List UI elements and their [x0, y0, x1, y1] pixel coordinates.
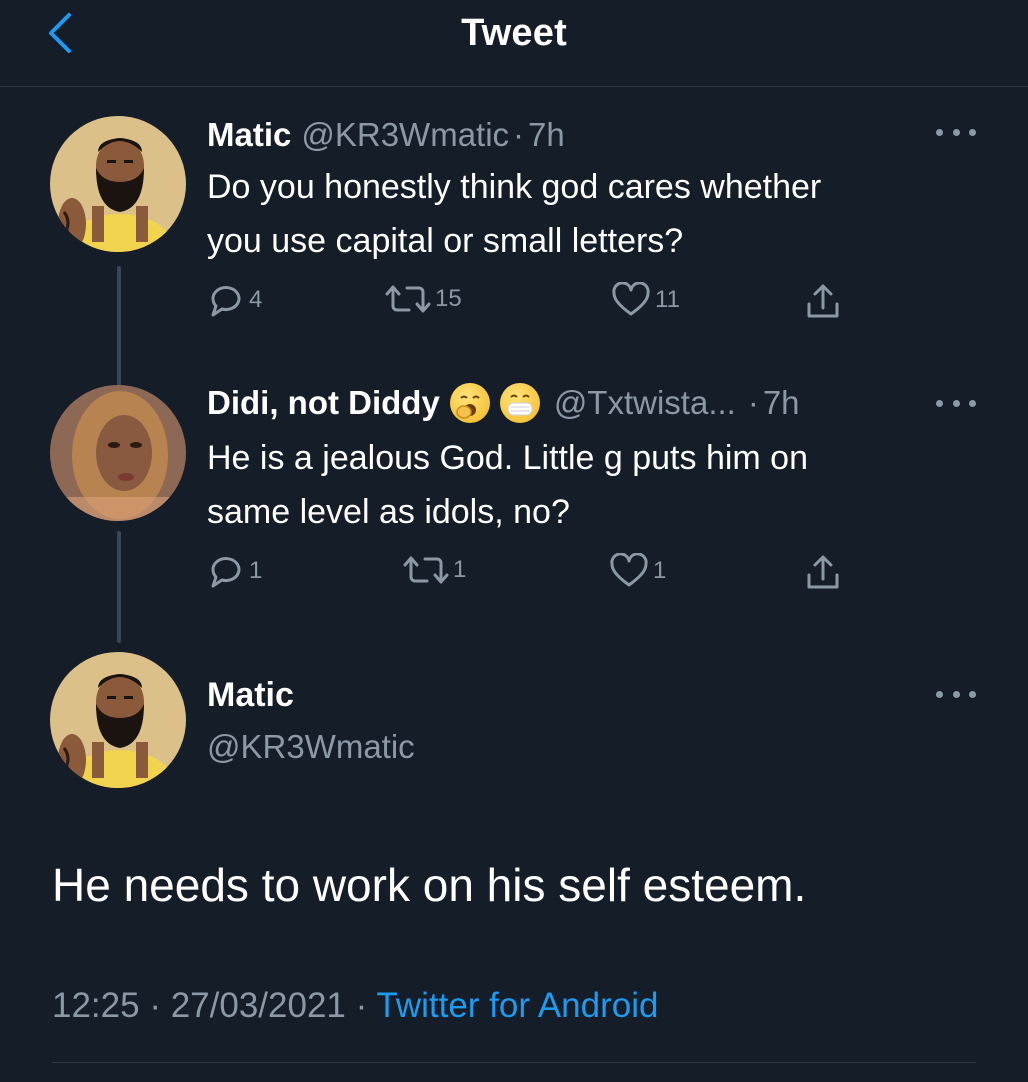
reply-count: 1 — [249, 557, 263, 584]
tweet-timestamp: 12:25 · 27/03/2021 · Twitter for Android — [52, 986, 658, 1026]
author-handle[interactable]: @KR3Wmatic — [207, 728, 415, 766]
author-name[interactable]: Matic — [207, 676, 294, 715]
header-bar: Tweet — [0, 0, 1028, 87]
meta-separator: · — [355, 986, 368, 1025]
author-name[interactable]: Matic — [207, 116, 291, 154]
share-button[interactable] — [803, 282, 843, 322]
like-count: 1 — [653, 557, 667, 584]
tweet-text-line: Do you honestly think god cares whether — [207, 168, 822, 206]
tweet-date: 27/03/2021 — [170, 986, 346, 1025]
divider — [52, 1062, 976, 1063]
yawning-face-emoji — [449, 383, 490, 423]
retweet-button[interactable]: 1 — [403, 553, 466, 587]
author-handle[interactable]: @Txtwista... — [554, 384, 736, 422]
tweet-text-line: He is a jealous God. Little g puts him o… — [207, 439, 808, 477]
more-options-button[interactable] — [936, 122, 976, 142]
mask-face-emoji — [499, 383, 540, 423]
tweet-text-line: same level as idols, no? — [207, 493, 570, 531]
retweet-icon — [385, 285, 431, 313]
reply-button[interactable]: 4 — [207, 282, 262, 318]
tweet-actions: 1 1 1 — [207, 553, 907, 603]
reply-icon — [211, 286, 241, 317]
avatar[interactable] — [50, 385, 186, 521]
reply-count: 4 — [249, 286, 263, 313]
meta-separator: · — [747, 384, 759, 421]
thread-line — [117, 531, 121, 643]
author-handle[interactable]: @KR3Wmatic — [301, 116, 509, 154]
tweet-text: Do you honestly think god cares whether … — [207, 160, 987, 268]
tweet-time: 12:25 — [52, 986, 140, 1025]
retweet-icon — [403, 556, 449, 584]
meta-separator: · — [149, 986, 161, 1025]
like-button[interactable]: 1 — [609, 553, 666, 589]
more-icon — [936, 128, 943, 136]
more-options-button[interactable] — [936, 393, 976, 413]
like-count: 11 — [655, 286, 680, 313]
tweet-meta: Matic @KR3Wmatic · 7h — [207, 116, 565, 154]
like-icon — [610, 553, 648, 587]
tweet-time: 7h — [528, 116, 565, 153]
tweet-text: He is a jealous God. Little g puts him o… — [207, 431, 987, 539]
more-icon — [936, 399, 943, 407]
avatar[interactable] — [50, 116, 186, 252]
avatar[interactable] — [50, 652, 186, 788]
author-name[interactable]: Didi, not Diddy — [207, 384, 440, 422]
tweet-source-link[interactable]: Twitter for Android — [376, 986, 658, 1025]
thread-line — [117, 266, 121, 386]
retweet-button[interactable]: 15 — [385, 282, 462, 316]
more-options-button[interactable] — [936, 684, 976, 704]
tweet-text-line: you use capital or small letters? — [207, 222, 684, 260]
retweet-count: 15 — [435, 285, 462, 312]
retweet-count: 1 — [453, 556, 467, 583]
share-icon — [807, 284, 839, 318]
thread-tweet[interactable]: Matic @KR3Wmatic · 7h Do you honestly th… — [0, 116, 1028, 386]
more-icon — [936, 690, 943, 698]
meta-separator: · — [513, 116, 525, 153]
main-tweet-text: He needs to work on his self esteem. — [52, 859, 807, 911]
tweet-actions: 4 15 11 — [207, 282, 907, 332]
reply-button[interactable]: 1 — [207, 553, 262, 589]
tweet-meta: Didi, not Diddy @Txtwista... · 7h — [207, 383, 800, 423]
share-icon — [807, 555, 839, 589]
tweet-time: 7h — [762, 384, 800, 421]
like-icon — [612, 282, 650, 316]
reply-icon — [211, 557, 241, 588]
share-button[interactable] — [803, 553, 843, 593]
thread-tweet[interactable]: Didi, not Diddy @Txtwista... · 7h He is … — [0, 383, 1028, 645]
page-title: Tweet — [461, 12, 567, 54]
like-button[interactable]: 11 — [611, 282, 680, 318]
